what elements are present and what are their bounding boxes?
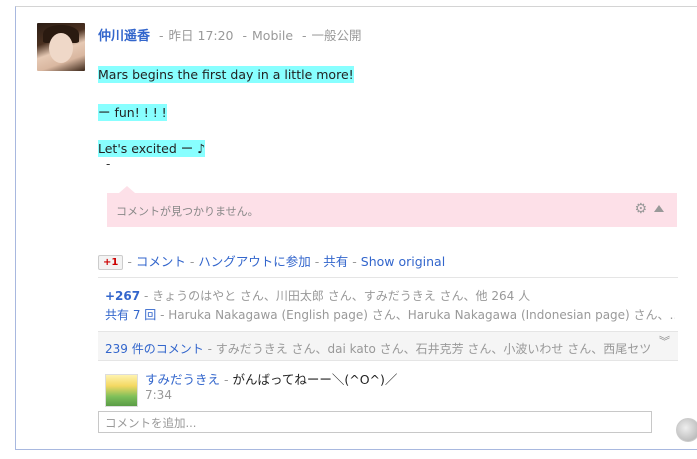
plus-people[interactable]: きょうのはやと さん、川田太郎 さん、すみだうきえ さん、他 264 人 [152, 289, 530, 303]
comments-count[interactable]: 239 件のコメント [105, 342, 204, 356]
separator: - [242, 28, 248, 43]
author-name[interactable]: 仲川遥香 [98, 29, 150, 44]
post-header: 仲川遥香 - 昨日 17:20 - Mobile - 一般公開 [98, 25, 362, 44]
share-count[interactable]: 共有 7 回 [105, 308, 156, 322]
plus-summary: +267 - きょうのはやと さん、川田太郎 さん、すみだうきえ さん、他 26… [105, 289, 531, 303]
hangout-link[interactable]: ハングアウトに参加 [198, 254, 311, 269]
action-bar: +1 - コメント - ハングアウトに参加 - 共有 - Show origin… [98, 251, 445, 270]
comment-time: 7:34 [145, 388, 172, 402]
commenter-avatar[interactable] [105, 374, 138, 407]
show-original-link[interactable]: Show original [361, 254, 445, 269]
author-avatar[interactable] [37, 23, 85, 71]
post-text-line: ー fun! ! ! ! [98, 104, 167, 121]
post-source: Mobile [252, 28, 294, 43]
comments-summary: 239 件のコメント - すみだうきえ さん、dai kato さん、石井克芳 … [105, 340, 650, 357]
comment-link[interactable]: コメント [136, 254, 186, 269]
separator: - [302, 28, 307, 43]
post-card: 仲川遥香 - 昨日 17:20 - Mobile - 一般公開 Mars begins… [15, 6, 697, 450]
divider [98, 277, 678, 278]
plus-count[interactable]: +267 [105, 289, 140, 303]
share-summary: 共有 7 回 - Haruka Nakagawa (English page) … [105, 306, 675, 323]
share-link[interactable]: 共有 [323, 254, 348, 269]
post-text-dash: - [106, 157, 111, 171]
comment-notice: コメントが見つかりません。 ⚙ [107, 186, 677, 227]
commenter-name[interactable]: すみだうきえ [145, 372, 220, 387]
separator: - [159, 28, 164, 43]
comments-summary-bar[interactable]: 239 件のコメント - すみだうきえ さん、dai kato さん、石井克芳 … [98, 331, 678, 361]
comment-notice-text: コメントが見つかりません。 [116, 205, 259, 218]
comments-people: すみだうきえ さん、dai kato さん、石井克芳 さん、小波いわせ さん、西… [215, 342, 650, 356]
collapse-up-icon[interactable] [654, 205, 664, 212]
gear-icon[interactable]: ⚙ [634, 202, 647, 216]
post-text-line: Let's excited ー ♪ [98, 140, 206, 157]
share-people[interactable]: Haruka Nakagawa (English page) さん、Haruka… [168, 308, 675, 322]
avatar-face [49, 33, 73, 63]
expand-down-icon[interactable]: ︾ [659, 336, 670, 347]
comment-text: がんばってねーー＼(^O^)／ [232, 372, 398, 387]
post-time[interactable]: 昨日 17:20 [169, 28, 234, 43]
profile-icon[interactable] [676, 418, 697, 442]
plus-one-button[interactable]: +1 [98, 255, 124, 270]
post-text-line: Mars begins the first day in a little mo… [98, 66, 354, 83]
add-comment-input[interactable]: コメントを追加... [98, 411, 652, 433]
latest-comment: すみだうきえ - がんばってねーー＼(^O^)／ [145, 372, 398, 387]
post-visibility[interactable]: 一般公開 [312, 28, 362, 43]
